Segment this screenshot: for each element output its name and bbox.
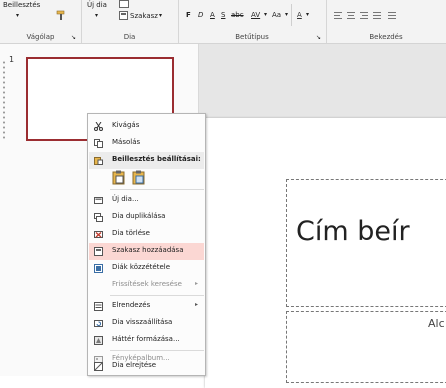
alignment-icons[interactable] [334,11,398,20]
subtitle-placeholder-text: Alc [428,317,445,330]
character-spacing-dropdown-icon[interactable]: ▾ [264,11,267,18]
menu-item-delete-slide[interactable]: Dia törlése [89,226,204,243]
menu-item-new-slide[interactable]: Új dia... [89,192,204,209]
font-group: F D A S abc AV ▾ Aa ▾ A ▾ Betűtípus ↘ [178,0,327,43]
menu-item-layout[interactable]: Elrendezés ▸ [89,298,204,315]
pane-resize-handle[interactable] [2,60,6,140]
paste-icon [94,157,103,165]
clipboard-group: Beillesztés ▾ Vágólap ↘ [0,0,82,43]
copy-icon [94,139,103,148]
menu-item-label: Dia duplikálása [112,212,166,220]
layout-icon[interactable] [119,0,129,8]
section-icon[interactable] [119,11,128,20]
title-placeholder-text: Cím beír [296,216,410,247]
menu-item-label: Elrendezés [112,301,151,309]
shadow-button[interactable]: S [221,11,225,19]
menu-separator [110,189,204,190]
slides-group: Új dia ▾ Szakasz ▾ Dia [81,0,179,43]
paste-dropdown-icon[interactable]: ▾ [16,12,19,19]
paste-use-destination-theme-icon[interactable] [112,170,126,185]
paragraph-group: Bekezdés [326,0,446,43]
underline-button[interactable]: A [210,11,215,19]
character-spacing-button[interactable]: AV [251,11,260,19]
format-background-icon [94,336,103,345]
menu-item-cut[interactable]: Kivágás [89,118,204,135]
new-slide-icon [94,197,103,204]
change-case-button[interactable]: Aa [272,11,281,19]
clipboard-group-label: Vágólap [26,33,55,41]
menu-item-copy[interactable]: Másolás [89,135,204,152]
context-menu: Kivágás Másolás Beillesztés beállításai:… [87,113,206,376]
submenu-arrow-icon: ▸ [194,301,198,308]
paragraph-group-label: Bekezdés [369,33,403,41]
menu-item-label: Másolás [112,138,141,146]
slides-group-label: Dia [123,33,136,41]
menu-item-label: Új dia... [112,195,139,203]
strikethrough-button[interactable]: abc [231,11,244,19]
menu-item-format-background[interactable]: Háttér formázása... [89,332,204,349]
change-case-dropdown-icon[interactable]: ▾ [285,11,288,18]
font-color-dropdown-icon[interactable]: ▾ [306,11,309,18]
menu-item-hide-slide[interactable]: Dia elrejtése [89,358,204,375]
scissors-icon [94,122,103,131]
layout-icon [94,302,103,311]
menu-item-label: Szakasz hozzáadása [112,246,184,254]
ribbon: Beillesztés ▾ Vágólap ↘ Új dia ▾ Szakasz… [0,0,446,44]
duplicate-slide-icon [94,213,103,222]
menu-item-label: Kivágás [112,121,140,129]
menu-item-label: Dia visszaállítása [112,318,173,326]
font-group-label: Betűtípus [235,33,269,41]
menu-item-add-section[interactable]: Szakasz hozzáadása [89,243,204,260]
hide-slide-icon [94,362,103,371]
paste-keep-formatting-icon[interactable] [132,170,146,185]
subtitle-placeholder[interactable] [286,311,446,383]
section-dropdown-icon[interactable]: ▾ [159,12,162,19]
new-slide-button[interactable]: Új dia [87,1,107,9]
menu-separator [110,295,204,296]
delete-slide-icon [94,231,103,238]
menu-item-label: Dia törlése [112,229,150,237]
font-color-button[interactable]: A [297,11,302,19]
format-painter-icon[interactable] [56,10,67,21]
publish-slides-icon [94,264,103,273]
clipboard-launcher-icon[interactable]: ↘ [71,34,76,41]
menu-item-label: Dia elrejtése [112,361,157,369]
menu-item-label: Háttér formázása... [112,335,180,343]
menu-item-reset-slide[interactable]: Dia visszaállítása [89,315,204,332]
menu-item-paste-options: Beillesztés beállításai: [89,152,204,169]
section-button[interactable]: Szakasz [130,12,158,20]
reset-slide-icon [94,320,103,327]
submenu-arrow-icon: ▸ [194,280,198,287]
font-launcher-icon[interactable]: ↘ [316,34,321,41]
italic-button[interactable]: D [198,11,203,19]
menu-item-label: Diák közzététele [112,263,170,271]
paste-button[interactable]: Beillesztés [3,1,40,9]
menu-item-label: Frissítések keresése [112,280,182,288]
font-separator [291,4,292,26]
menu-item-duplicate-slide[interactable]: Dia duplikálása [89,209,204,226]
menu-item-label: Beillesztés beállításai: [112,155,201,163]
menu-item-check-updates[interactable]: Frissítések keresése ▸ [89,277,204,294]
add-section-icon [94,247,103,256]
new-slide-dropdown-icon[interactable]: ▾ [95,12,98,19]
slide-number: 1 [9,55,15,64]
menu-item-publish-slides[interactable]: Diák közzététele [89,260,204,277]
bold-button[interactable]: F [186,11,191,19]
